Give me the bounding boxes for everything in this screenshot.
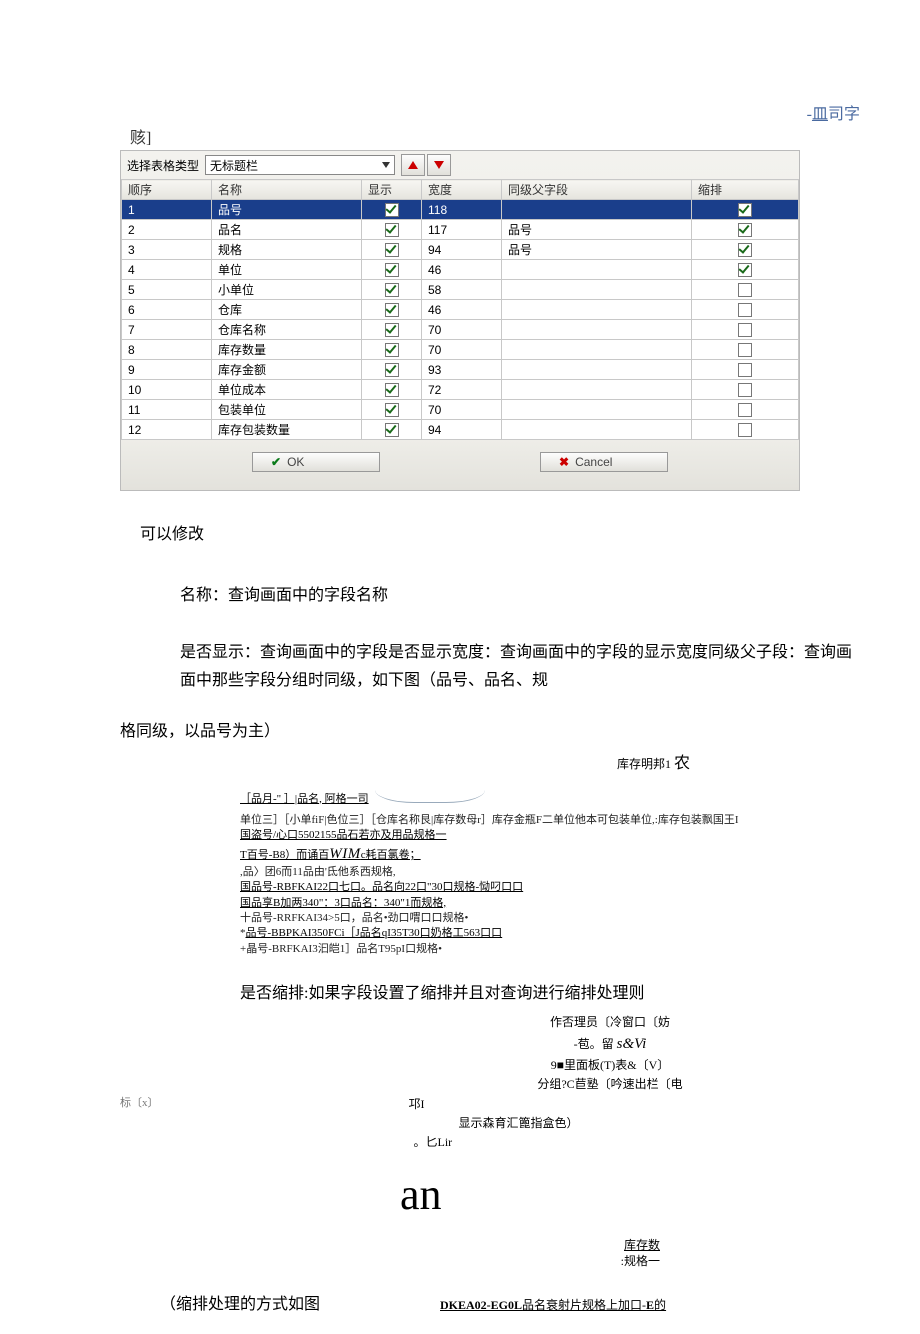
checkbox-icon[interactable]	[738, 303, 752, 317]
checkbox-icon[interactable]	[738, 383, 752, 397]
table-row[interactable]: 8库存数量70	[122, 340, 799, 360]
arrow-down-icon	[434, 161, 444, 169]
misc-line: 邛I	[409, 1095, 861, 1114]
small-right-label: 库存明邦1 农	[60, 749, 690, 773]
table-row[interactable]: 11包装单位70	[122, 400, 799, 420]
table-type-select[interactable]: 无标题栏	[205, 155, 395, 175]
checkbox-icon[interactable]	[738, 223, 752, 237]
ok-label: OK	[287, 455, 304, 469]
checkbox-icon[interactable]	[385, 343, 399, 357]
checkbox-icon[interactable]	[738, 323, 752, 337]
col-name[interactable]: 名称	[212, 180, 362, 200]
swoosh-icon	[375, 789, 485, 807]
table-row[interactable]: 2品名117品号	[122, 220, 799, 240]
table-row[interactable]: 1品号118	[122, 200, 799, 220]
cancel-label: Cancel	[575, 455, 612, 469]
checkbox-icon[interactable]	[385, 423, 399, 437]
table-row[interactable]: 4单位46	[122, 260, 799, 280]
misc-block: 作否理员〔冷窗口〔妨 -苞。留 s&Vi 9■里面板(T)表&〔V〕 分组?C苣…	[60, 1013, 860, 1270]
header-left-label: 赅]	[130, 124, 860, 148]
misc-line: 分组?C苣塾〔吟速出栏〔电	[360, 1075, 860, 1094]
col-width[interactable]: 宽度	[422, 180, 502, 200]
checkbox-icon[interactable]	[385, 383, 399, 397]
example-line: 单位三］［小单fiF|色位三］［仓库名称艮|库存数母r］库存金瓶F二单位他本可包…	[240, 813, 860, 828]
col-show[interactable]: 显示	[362, 180, 422, 200]
example-line: 国品享B加两340"：3口品名：340"1而规格,	[240, 896, 860, 911]
checkbox-icon[interactable]	[385, 203, 399, 217]
table-row[interactable]: 12库存包装数量94	[122, 420, 799, 440]
example-block: ［品月-" ］|品名, 阿格一司 单位三］［小单fiF|色位三］［仓库名称艮|库…	[240, 789, 860, 957]
name-desc: 名称：查询画面中的字段名称	[180, 578, 860, 613]
table-row[interactable]: 7仓库名称70	[122, 320, 799, 340]
checkbox-icon[interactable]	[385, 223, 399, 237]
indent-heading: 是否缩排:如果字段设置了缩排并且对查询进行缩排处理则	[240, 979, 860, 1003]
checkbox-icon[interactable]	[385, 283, 399, 297]
example-line: *品号-BBPKAI350FCi［J品名qI35T30口奶格工563口口	[240, 926, 860, 941]
example-line: ,品〉团6而11品由'氐他系西规格,	[240, 865, 860, 880]
example-line: 十品号-RRFKAI34>5口，品名•劲口喟口口规格•	[240, 911, 860, 926]
checkbox-icon[interactable]	[738, 423, 752, 437]
dropdown-label: 选择表格类型	[127, 157, 199, 174]
col-indent[interactable]: 缩排	[692, 180, 799, 200]
checkbox-icon[interactable]	[385, 323, 399, 337]
checkbox-icon[interactable]	[738, 403, 752, 417]
bottom-mid: DKEA02-EG0L品名衰射片规格上加口-E的	[440, 1296, 666, 1313]
arrow-up-icon	[408, 161, 418, 169]
checkbox-icon[interactable]	[738, 243, 752, 257]
example-line: 国盗号/心口5502155品石若亦及用品规格一	[240, 828, 860, 843]
checkbox-icon[interactable]	[738, 283, 752, 297]
table-row[interactable]: 3规格94品号	[122, 240, 799, 260]
table-style-dialog: 选择表格类型 无标题栏 顺序 名称 显示 宽度 同级父字	[120, 150, 800, 491]
checkbox-icon[interactable]	[738, 343, 752, 357]
header-top-label: --皿司字皿司字	[60, 100, 860, 124]
ok-button[interactable]: ✔ OK	[252, 452, 380, 472]
table-row[interactable]: 5小单位58	[122, 280, 799, 300]
col-parent[interactable]: 同级父字段	[502, 180, 692, 200]
chevron-down-icon	[382, 162, 390, 168]
checkbox-icon[interactable]	[385, 243, 399, 257]
checkbox-icon[interactable]	[385, 263, 399, 277]
can-modify-text: 可以修改	[140, 517, 860, 552]
left-tiny: 标〔x〕	[120, 1095, 159, 1113]
checkbox-icon[interactable]	[385, 303, 399, 317]
checkbox-icon[interactable]	[385, 363, 399, 377]
an-text: an	[400, 1160, 860, 1230]
misc-line: 显示森育汇篦指盒色）	[459, 1114, 861, 1133]
check-icon: ✔	[271, 455, 281, 469]
move-down-button[interactable]	[427, 154, 451, 176]
table-row[interactable]: 6仓库46	[122, 300, 799, 320]
misc-line: 。匕Lir	[414, 1133, 861, 1152]
checkbox-icon[interactable]	[385, 403, 399, 417]
cancel-button[interactable]: ✖ Cancel	[540, 452, 668, 472]
misc-line: 9■里面板(T)表&〔V〕	[360, 1056, 860, 1075]
checkbox-icon[interactable]	[738, 363, 752, 377]
table-row[interactable]: 10单位成本72	[122, 380, 799, 400]
example-line: 国品号-RBFKAI22口七口。品名向22口"30口规格-恸叼口口	[240, 880, 860, 895]
move-up-button[interactable]	[401, 154, 425, 176]
checkbox-icon[interactable]	[738, 263, 752, 277]
close-icon: ✖	[559, 455, 569, 469]
show-desc: 是否显示：查询画面中的字段是否显示宽度：查询画面中的字段的显示宽度同级父子段：查…	[180, 639, 860, 693]
table-row[interactable]: 9库存金额93	[122, 360, 799, 380]
fields-table: 顺序 名称 显示 宽度 同级父字段 缩排 1品号1182品名117品号3规格94…	[121, 179, 799, 440]
misc-line: -苞。留 s&Vi	[360, 1032, 860, 1056]
example-line: T百号-B8）而诵百WIMc耗百氯卷；	[240, 844, 860, 865]
example-title: ［品月-" ］|品名, 阿格一司	[240, 792, 369, 807]
dropdown-value: 无标题栏	[210, 157, 258, 174]
right-col: 库存数 :规格一	[60, 1237, 660, 1271]
checkbox-icon[interactable]	[738, 203, 752, 217]
group-note: 格同级，以品号为主）	[120, 714, 860, 749]
example-line: +晶号-BRFKAI3汩皑1］品名T95pI口规格•	[240, 942, 860, 957]
bottom-left: （缩排处理的方式如图	[160, 1290, 320, 1314]
col-seq[interactable]: 顺序	[122, 180, 212, 200]
misc-line: 作否理员〔冷窗口〔妨	[360, 1013, 860, 1032]
